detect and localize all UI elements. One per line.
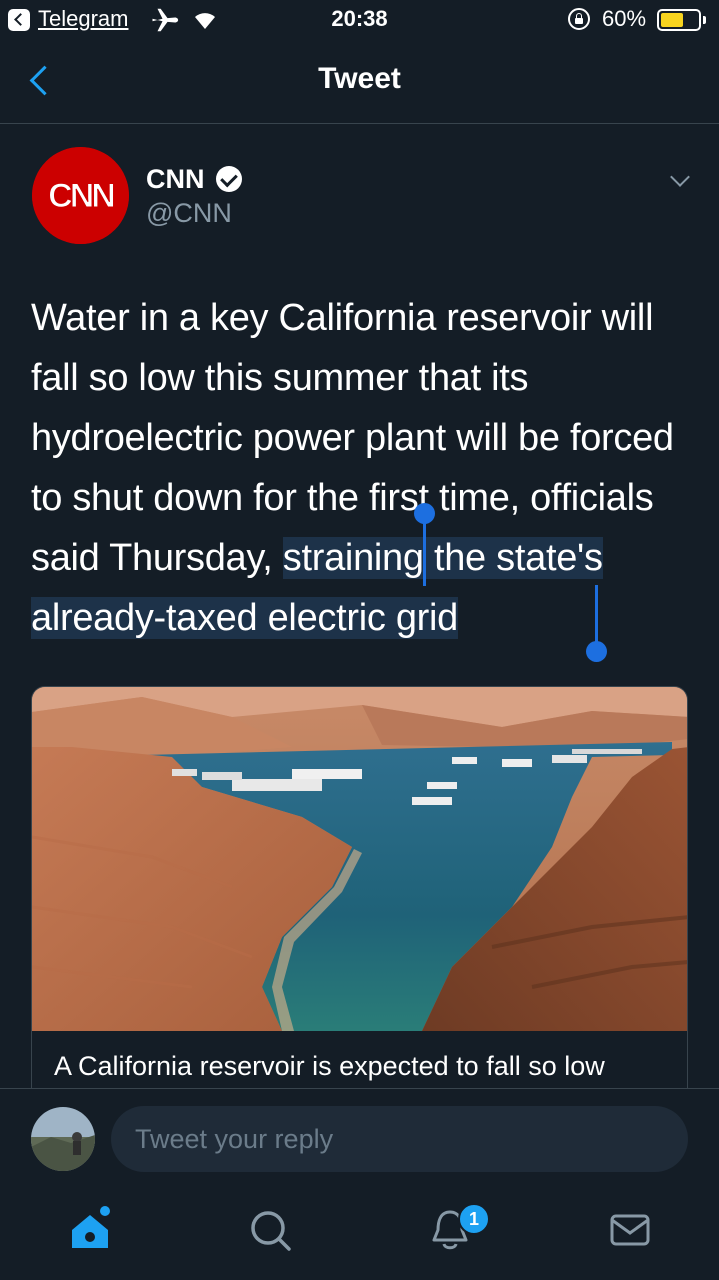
tweet-screen: Telegram 20:38 60% Tweet CNN CNN @CNN Wa… — [0, 0, 719, 1280]
page-title: Tweet — [318, 62, 401, 95]
selection-start-handle[interactable] — [414, 503, 435, 586]
card-caption: A California reservoir is expected to fa… — [54, 1051, 605, 1081]
reservoir-photo — [32, 687, 687, 1031]
battery-level — [661, 13, 683, 27]
battery-percentage: 60% — [602, 6, 647, 31]
navigation-bar: Tweet — [0, 40, 719, 124]
reply-input[interactable] — [111, 1106, 688, 1172]
status-bar: Telegram 20:38 60% — [0, 0, 719, 40]
messages-icon[interactable] — [606, 1206, 654, 1254]
search-icon[interactable] — [246, 1206, 294, 1254]
chevron-down-icon[interactable] — [668, 168, 690, 190]
reply-bar — [0, 1088, 719, 1184]
home-icon[interactable] — [66, 1206, 114, 1254]
user-avatar-photo — [31, 1107, 95, 1171]
tab-bar — [0, 1184, 719, 1280]
link-card[interactable]: A California reservoir is expected to fa… — [31, 686, 688, 1106]
author-handle[interactable]: @CNN — [146, 198, 232, 229]
orientation-lock-icon — [568, 8, 590, 30]
verified-badge-icon — [216, 166, 242, 192]
battery-icon — [657, 9, 701, 31]
cnn-logo-icon: CNN — [32, 147, 129, 244]
user-avatar[interactable] — [31, 1107, 95, 1171]
selection-end-handle[interactable] — [586, 585, 607, 662]
author-avatar[interactable]: CNN — [32, 147, 129, 244]
svg-text:CNN: CNN — [48, 177, 114, 215]
author-name[interactable]: CNN — [146, 164, 205, 195]
battery-nub — [703, 16, 706, 24]
notification-badge: 1 — [458, 1203, 490, 1235]
